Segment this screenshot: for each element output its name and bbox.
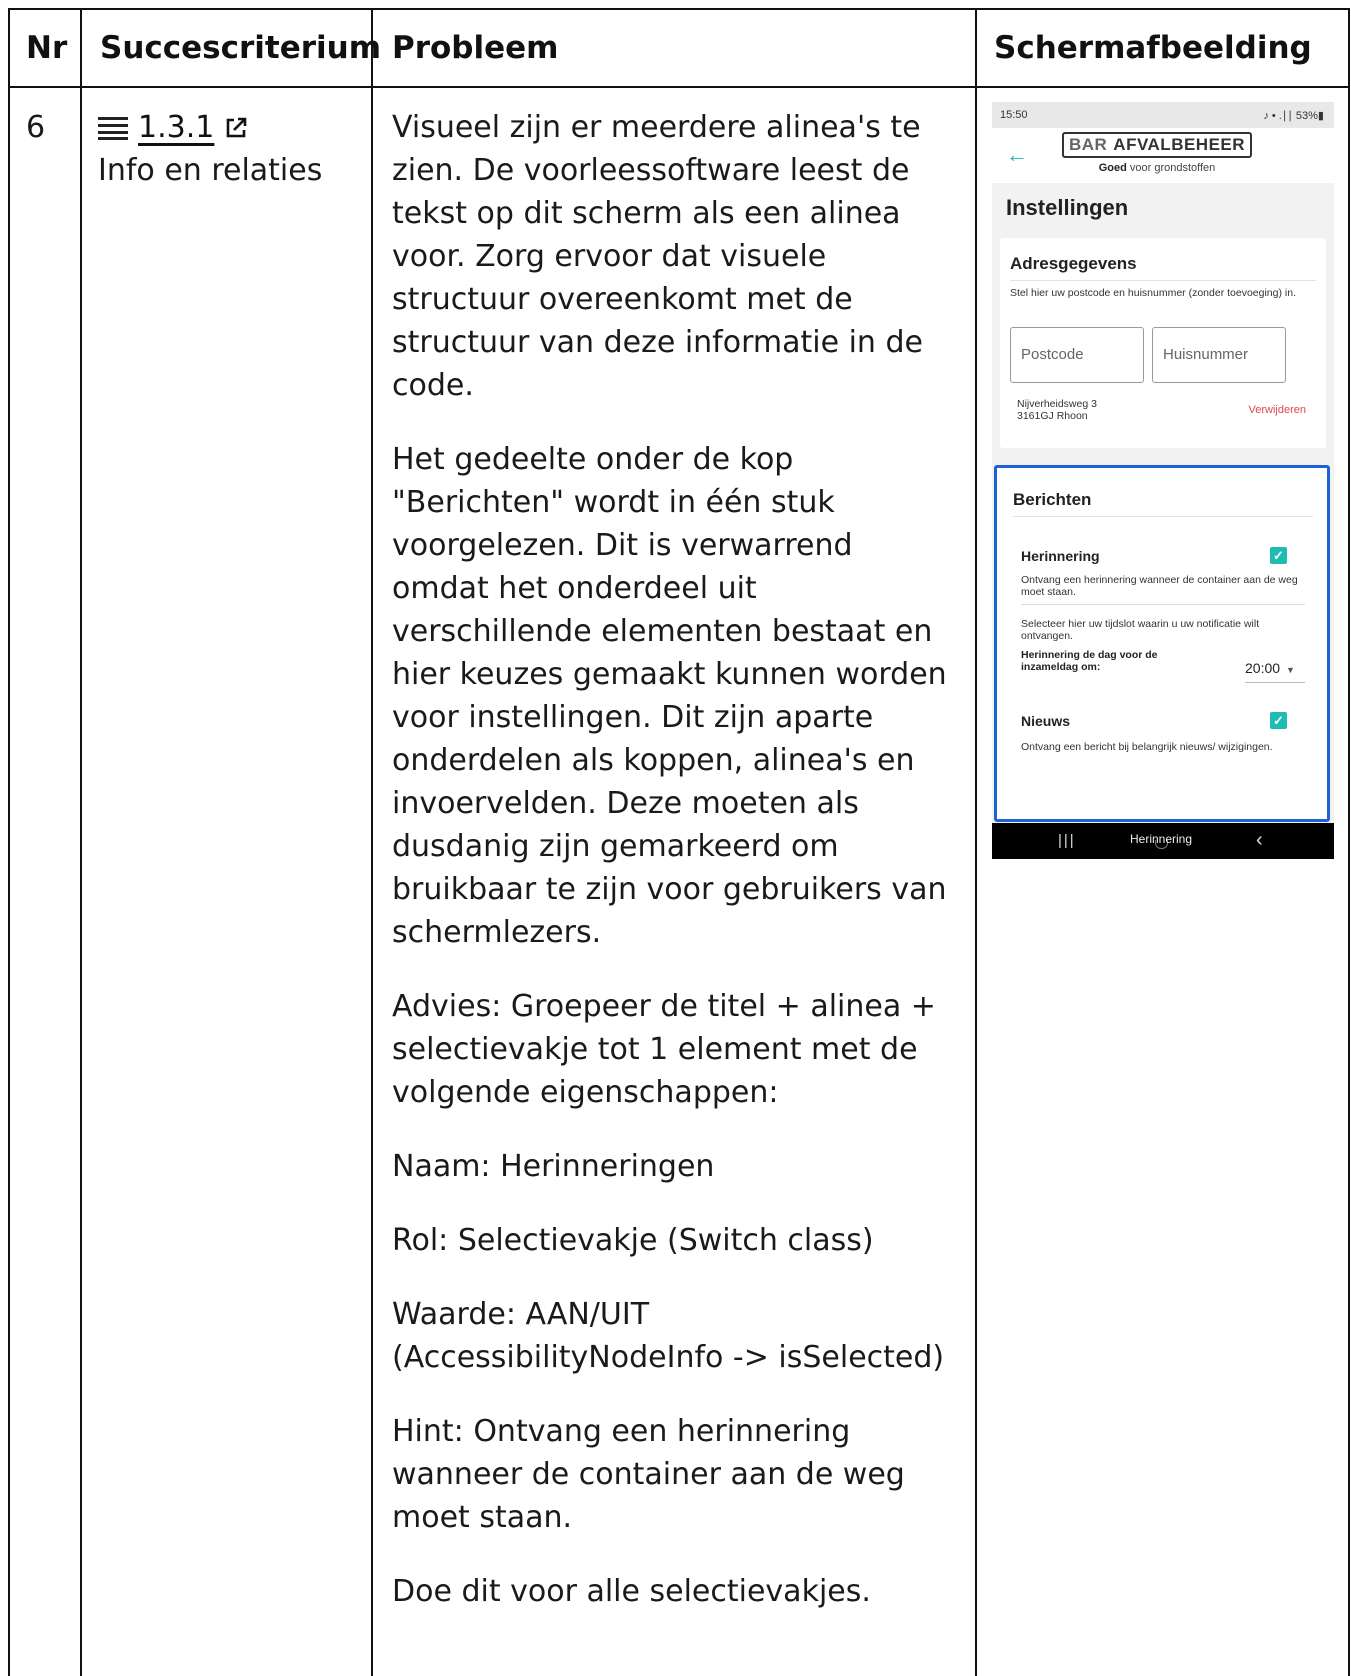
- chevron-down-icon: ▼: [1286, 665, 1295, 675]
- advice-all: Doe dit voor alle selectievakjes.: [392, 1574, 871, 1609]
- address-card: Adresgegevens Stel hier uw postcode en h…: [1000, 238, 1326, 448]
- column-divider: [975, 10, 977, 1676]
- problem-cell: Visueel zijn er meerdere alinea's te zie…: [392, 106, 957, 1644]
- header-problem: Probleem: [392, 30, 559, 66]
- divider: [1010, 280, 1316, 281]
- divider: [1021, 604, 1305, 605]
- recent-apps-icon[interactable]: |||: [1058, 832, 1076, 849]
- messages-heading: Berichten: [1013, 490, 1092, 509]
- timeslot-select[interactable]: 20:00 ▼: [1245, 660, 1305, 683]
- header-screenshot: Schermafbeelding: [994, 30, 1312, 66]
- logo-bar-text: BAR: [1068, 135, 1108, 154]
- row-nr: 6: [26, 110, 46, 145]
- header-divider: [10, 86, 1348, 88]
- reminder-checkbox[interactable]: ✓: [1270, 547, 1287, 564]
- criterion-name: Info en relaties: [98, 153, 323, 188]
- nav-tooltip: Herinnering: [1130, 832, 1193, 846]
- address-line: 3161GJ Rhoon: [1017, 410, 1088, 422]
- android-nav-bar: ||| Herinnering ‹: [992, 823, 1334, 859]
- header-criterion: Succescriterium: [100, 30, 382, 66]
- logo-tagline-bold: Goed: [1098, 162, 1127, 174]
- problem-paragraph: Het gedeelte onder de kop "Berichten" wo…: [392, 442, 947, 950]
- page-title: Instellingen: [1006, 195, 1129, 220]
- reminder-title: Herinnering: [1021, 548, 1100, 564]
- huisnummer-input[interactable]: Huisnummer: [1152, 327, 1286, 383]
- column-divider: [371, 10, 373, 1676]
- advice-value: Waarde: AAN/UIT (AccessibilityNodeInfo -…: [392, 1297, 945, 1375]
- logo-name-text: AFVALBEHEER: [1113, 135, 1246, 154]
- advice-hint: Hint: Ontvang een herinnering wanneer de…: [392, 1414, 905, 1535]
- divider: [1013, 516, 1313, 517]
- reminder-description: Ontvang een herinnering wanneer de conta…: [1021, 574, 1298, 598]
- app-screenshot: 15:50 ♪ • .∣∣ 53%▮ ← BAR AFVALBEHEER Goe…: [992, 102, 1334, 859]
- header-nr: Nr: [26, 30, 68, 66]
- status-time: 15:50: [1000, 109, 1028, 121]
- postcode-input[interactable]: Postcode: [1010, 327, 1144, 383]
- timeslot-label: Herinnering de dag voor de inzameldag om…: [1021, 649, 1158, 673]
- advice-name: Naam: Herinneringen: [392, 1149, 715, 1184]
- messages-card: Berichten Herinnering ✓ Ontvang een heri…: [994, 465, 1330, 822]
- status-bar: 15:50 ♪ • .∣∣ 53%▮: [992, 102, 1334, 128]
- news-description: Ontvang een bericht bij belangrijk nieuw…: [1021, 741, 1273, 753]
- back-icon[interactable]: ‹: [1256, 829, 1263, 852]
- timeslot-value: 20:00: [1245, 660, 1281, 676]
- app-header: ← BAR AFVALBEHEER Goed voor grondstoffen: [992, 128, 1334, 183]
- app-body: Instellingen Adresgegevens Stel hier uw …: [992, 183, 1334, 823]
- advice-role: Rol: Selectievakje (Switch class): [392, 1223, 874, 1258]
- criterion-cell: 1.3.1 Info en relaties: [98, 106, 368, 192]
- saved-address: Nijverheidsweg 3 3161GJ Rhoon: [1017, 398, 1097, 422]
- news-checkbox[interactable]: ✓: [1270, 712, 1287, 729]
- problem-paragraph: Visueel zijn er meerdere alinea's te zie…: [392, 110, 923, 403]
- address-line: Nijverheidsweg 3: [1017, 398, 1097, 410]
- criterion-number[interactable]: 1.3.1: [138, 106, 214, 149]
- logo-tagline: Goed voor grondstoffen: [1062, 162, 1252, 174]
- address-intro: Stel hier uw postcode en huisnummer (zon…: [1010, 287, 1296, 299]
- external-link-icon: [227, 117, 247, 137]
- address-heading: Adresgegevens: [1010, 254, 1137, 273]
- advice-paragraph: Advies: Groepeer de titel + alinea + sel…: [392, 989, 936, 1110]
- status-icons: ♪ • .∣∣ 53%▮: [1263, 110, 1324, 122]
- back-arrow-icon[interactable]: ←: [1006, 142, 1028, 168]
- remove-address-button[interactable]: Verwijderen: [1249, 404, 1306, 416]
- column-divider: [80, 10, 82, 1676]
- app-logo: BAR AFVALBEHEER: [1062, 132, 1252, 158]
- criterion-link[interactable]: 1.3.1: [98, 106, 368, 149]
- logo-tagline-rest: voor grondstoffen: [1126, 162, 1216, 174]
- timeslot-description: Selecteer hier uw tijdslot waarin u uw n…: [1021, 618, 1260, 642]
- news-title: Nieuws: [1021, 713, 1071, 729]
- list-icon: [98, 116, 128, 140]
